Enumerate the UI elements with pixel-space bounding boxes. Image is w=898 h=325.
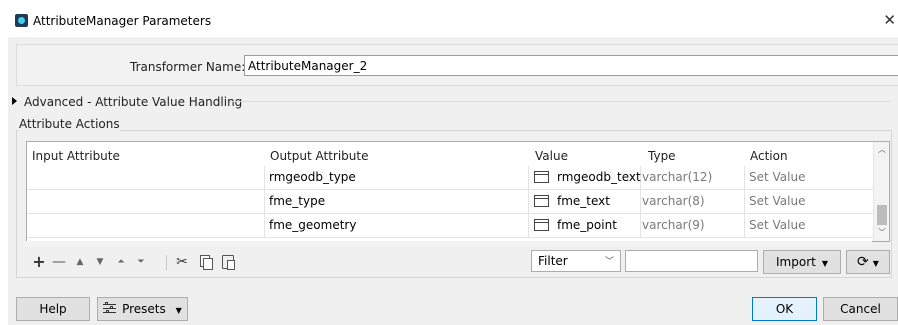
output-attribute-cell[interactable]: rmgeodb_type <box>265 166 529 190</box>
type-cell[interactable]: varchar(12) <box>641 166 745 190</box>
output-attribute-cell[interactable]: fme_type <box>265 190 529 214</box>
toolbar-divider <box>166 255 167 270</box>
attribute-actions-label: Attribute Actions <box>19 117 120 131</box>
scroll-down-icon[interactable]: ﹀ <box>874 225 889 241</box>
move-to-bottom-icon[interactable]: ⏷ <box>135 251 147 273</box>
column-header-output-attribute[interactable]: Output Attribute <box>270 149 368 163</box>
refresh-menu-button[interactable]: ⟳ ▼ <box>846 250 890 274</box>
input-attribute-cell[interactable] <box>27 190 265 214</box>
presets-button-label: Presets <box>122 302 166 316</box>
expand-triangle-icon[interactable] <box>12 97 17 105</box>
scroll-up-icon[interactable]: ︿ <box>874 142 889 158</box>
caret-down-icon: ▼ <box>821 259 828 268</box>
attribute-value-icon <box>534 195 549 207</box>
table-row[interactable]: rmgeodb_type rmgeodb_text varchar(12) Se… <box>27 166 873 190</box>
chevron-down-icon: ﹀ <box>604 257 614 267</box>
horizontal-scrollbar[interactable] <box>26 241 872 247</box>
filter-input[interactable] <box>625 250 758 272</box>
sliders-icon <box>103 302 117 314</box>
import-button-label: Import <box>776 255 816 269</box>
copy-icon[interactable] <box>198 251 214 273</box>
cut-icon[interactable]: ✂ <box>174 251 190 273</box>
transformer-name-label: Transformer Name: <box>130 60 246 74</box>
fme-app-icon <box>15 14 28 27</box>
value-cell[interactable]: fme_point <box>529 214 641 238</box>
scrollbar-thumb[interactable] <box>877 205 887 225</box>
column-header-input-attribute[interactable]: Input Attribute <box>32 149 120 163</box>
type-cell[interactable]: varchar(9) <box>641 214 745 238</box>
caret-down-icon: ▼ <box>872 259 879 268</box>
input-attribute-cell[interactable] <box>27 214 265 238</box>
table-row[interactable]: fme_type fme_text varchar(8) Set Value <box>27 190 873 214</box>
transformer-name-input[interactable] <box>244 55 898 76</box>
attribute-value-icon <box>534 219 549 231</box>
value-cell[interactable]: rmgeodb_text <box>529 166 641 190</box>
title-bar: AttributeManager Parameters ✕ <box>0 0 898 36</box>
attribute-value-icon <box>534 171 549 183</box>
paste-icon[interactable] <box>220 251 236 273</box>
advanced-section-label[interactable]: Advanced - Attribute Value Handling <box>24 95 242 109</box>
refresh-icon: ⟳ <box>857 254 869 270</box>
presets-button[interactable]: Presets ▼ <box>97 297 188 321</box>
filter-dropdown[interactable]: Filter ﹀ <box>531 250 621 272</box>
move-to-top-icon[interactable]: ⏶ <box>115 251 127 273</box>
column-header-value[interactable]: Value <box>535 149 568 163</box>
remove-row-icon[interactable]: — <box>52 251 66 273</box>
output-attribute-cell[interactable]: fme_geometry <box>265 214 529 238</box>
attribute-actions-table: Input Attribute Output Attribute Value T… <box>26 141 890 242</box>
help-button[interactable]: Help <box>16 297 90 321</box>
filter-dropdown-value: Filter <box>538 254 568 268</box>
input-attribute-cell[interactable] <box>27 166 265 190</box>
column-header-type[interactable]: Type <box>648 149 676 163</box>
value-text: rmgeodb_text <box>557 170 641 184</box>
close-icon[interactable]: ✕ <box>883 11 896 29</box>
value-cell[interactable]: fme_text <box>529 190 641 214</box>
cancel-button[interactable]: Cancel <box>823 297 898 321</box>
value-text: fme_point <box>557 218 617 232</box>
window-title: AttributeManager Parameters <box>33 14 212 28</box>
divider <box>230 101 890 102</box>
import-button[interactable]: Import ▼ <box>763 250 841 274</box>
action-cell[interactable]: Set Value <box>745 214 873 238</box>
column-header-action[interactable]: Action <box>750 149 788 163</box>
move-up-icon[interactable]: ▲ <box>74 251 86 273</box>
ok-button[interactable]: OK <box>752 297 817 321</box>
add-row-icon[interactable]: + <box>32 251 46 273</box>
value-text: fme_text <box>557 194 610 208</box>
vertical-scrollbar[interactable]: ︿ ﹀ <box>873 142 889 241</box>
action-cell[interactable]: Set Value <box>745 166 873 190</box>
action-cell[interactable]: Set Value <box>745 190 873 214</box>
move-down-icon[interactable]: ▼ <box>94 251 106 273</box>
transformer-name-panel: Transformer Name: <box>16 44 898 86</box>
table-row[interactable]: fme_geometry fme_point varchar(9) Set Va… <box>27 214 873 238</box>
caret-down-icon: ▼ <box>175 306 182 315</box>
type-cell[interactable]: varchar(8) <box>641 190 745 214</box>
